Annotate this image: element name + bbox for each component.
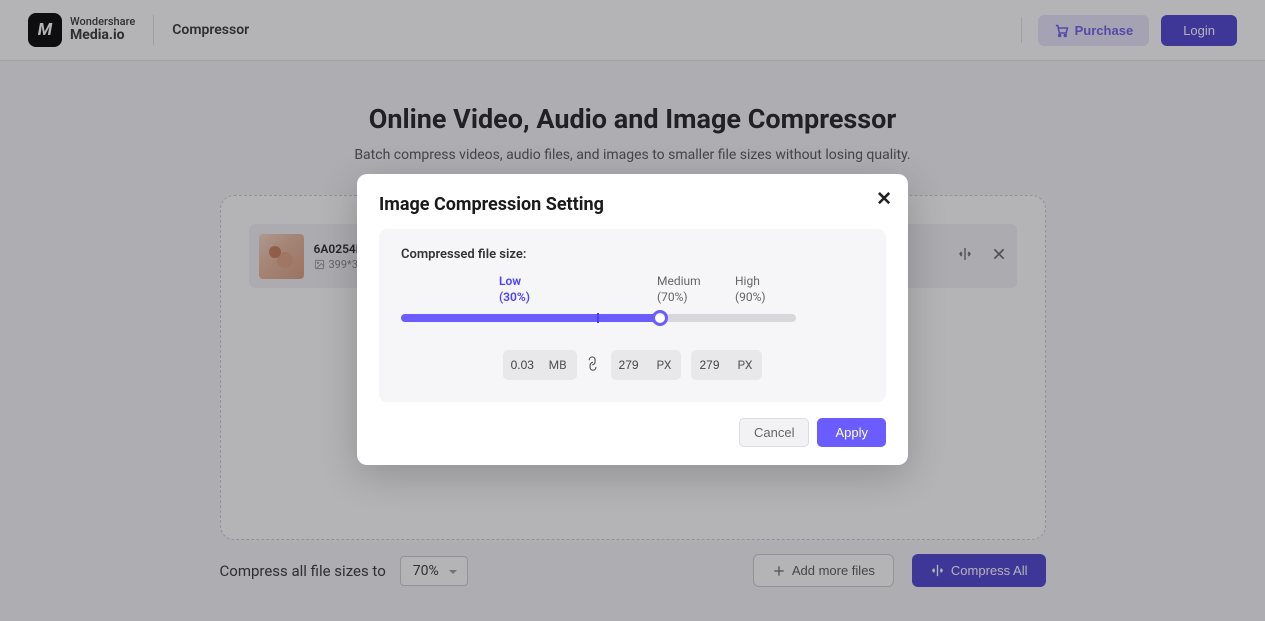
slider-low-label: Low (30%) [499, 274, 530, 305]
size-inputs: MB PX PX [401, 350, 864, 380]
width-input-wrap: PX [611, 350, 682, 380]
slider-labels: Low (30%) Medium (70%) High (90%) [401, 274, 864, 306]
compressed-size-label: Compressed file size: [401, 247, 864, 262]
filesize-unit: MB [549, 358, 567, 372]
slider-thumb[interactable] [652, 310, 668, 326]
filesize-input[interactable] [503, 358, 549, 372]
link-icon[interactable] [582, 354, 605, 377]
height-unit: PX [737, 358, 752, 372]
width-input[interactable] [611, 358, 657, 372]
apply-button[interactable]: Apply [817, 418, 886, 447]
modal-footer: Cancel Apply [379, 418, 886, 447]
slider-medium-label: Medium (70%) [657, 274, 701, 305]
height-input-wrap: PX [691, 350, 762, 380]
setting-panel: Compressed file size: Low (30%) Medium (… [379, 229, 886, 402]
slider-high-label: High (90%) [735, 274, 766, 305]
height-input[interactable] [691, 358, 737, 372]
compression-setting-modal: ✕ Image Compression Setting Compressed f… [357, 174, 908, 465]
compression-slider[interactable] [401, 314, 796, 322]
modal-overlay[interactable]: ✕ Image Compression Setting Compressed f… [0, 0, 1265, 621]
cancel-button[interactable]: Cancel [739, 418, 809, 447]
close-icon[interactable]: ✕ [876, 188, 892, 211]
filesize-input-wrap: MB [503, 350, 577, 380]
slider-fill [401, 314, 660, 322]
slider-tick [597, 313, 599, 323]
width-unit: PX [657, 358, 672, 372]
modal-title: Image Compression Setting [379, 194, 886, 215]
